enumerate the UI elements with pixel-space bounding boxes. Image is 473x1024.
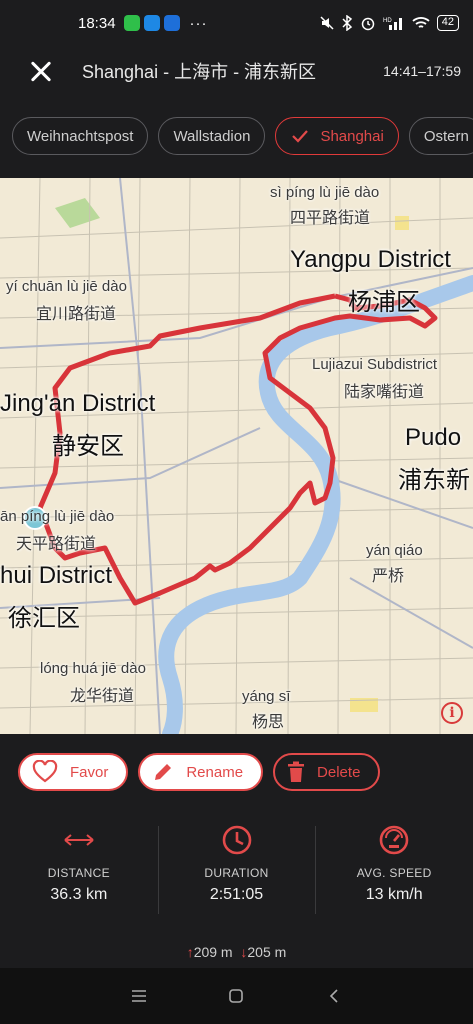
route-title: Shanghai - 上海市 - 浦东新区 <box>82 62 317 82</box>
status-right: HD 42 <box>320 15 459 31</box>
system-nav-bar <box>0 968 473 1024</box>
svg-text:HD: HD <box>383 18 392 24</box>
map-label: 静安区 <box>52 433 124 460</box>
route-actions: Favor Rename Delete <box>18 753 381 791</box>
map-label: lóng huá jiē dào <box>40 660 146 677</box>
chip-shanghai[interactable]: Shanghai <box>275 117 399 155</box>
check-icon <box>292 130 309 143</box>
route-stats: DISTANCE 36.3 km DURATION 2:51:05 AVG. S… <box>0 822 473 922</box>
duration-value: 2:51:05 <box>209 886 264 903</box>
menu-icon[interactable] <box>125 982 153 1010</box>
stat-avg-speed: AVG. SPEED 13 km/h <box>315 822 473 922</box>
route-map[interactable]: sì píng lù jiē dào 四平路街道 Yangpu District… <box>0 178 473 734</box>
chip-weihnachtspost[interactable]: Weihnachtspost <box>12 117 149 155</box>
distance-value: 36.3 km <box>50 886 108 903</box>
mute-icon <box>320 16 334 30</box>
signal-icon: HD <box>383 18 402 30</box>
delete-button[interactable]: Delete <box>273 753 381 791</box>
map-label: sì píng lù jiē dào <box>270 184 380 201</box>
back-icon[interactable] <box>320 982 348 1010</box>
heart-icon <box>32 760 58 783</box>
speed-label: AVG. SPEED <box>356 866 432 880</box>
route-chips: Weihnachtspost Wallstadion Shanghai Oste… <box>12 117 473 157</box>
speed-value: 13 km/h <box>365 886 423 903</box>
map-label: Jing'an District <box>0 390 156 417</box>
map-label: Lujiazui Subdistrict <box>312 356 438 373</box>
distance-arrows-icon <box>63 822 95 858</box>
map-label: 徐汇区 <box>8 605 80 632</box>
map-label: Pudo <box>405 424 462 451</box>
status-bar: 18:34 ··· HD 42 <box>0 0 473 46</box>
chip-ostern[interactable]: Ostern <box>408 117 473 155</box>
route-time-range: 14:41–17:59 <box>383 63 461 79</box>
favor-label: Favor <box>70 763 109 781</box>
chip-label: Weihnachtspost <box>27 127 134 145</box>
map-label: 浦东新 <box>398 467 470 494</box>
map-label: 宜川路街道 <box>36 306 117 323</box>
arrow-up-icon: ↑ <box>186 944 194 960</box>
map-label: 天平路街道 <box>16 536 97 553</box>
close-button[interactable] <box>20 51 60 91</box>
bluetooth-icon <box>342 15 352 31</box>
delete-label: Delete <box>317 763 361 781</box>
duration-label: DURATION <box>204 866 269 880</box>
distance-label: DISTANCE <box>47 866 110 880</box>
map-label: ān píng lù jiē dào <box>0 508 115 525</box>
map-label: yán qiáo <box>366 542 423 559</box>
map-info-icon[interactable]: i <box>441 702 463 724</box>
map-label: yí chuān lù jiē dào <box>6 278 127 295</box>
rename-button[interactable]: Rename <box>138 753 264 791</box>
map-label: 杨思 <box>252 714 285 731</box>
home-icon[interactable] <box>222 982 250 1010</box>
clock-icon <box>221 822 253 858</box>
chip-label: Wallstadion <box>173 127 251 145</box>
map-label: 严桥 <box>372 568 405 585</box>
elevation-down: 205 m <box>247 944 287 960</box>
speedometer-icon <box>378 822 410 858</box>
more-notifications-icon: ··· <box>189 14 208 32</box>
trash-icon <box>288 761 305 782</box>
pencil-icon <box>155 764 172 780</box>
wifi-icon <box>412 17 430 28</box>
map-label: 四平路街道 <box>290 210 371 227</box>
map-label: 龙华街道 <box>70 688 135 705</box>
app-icon <box>143 15 160 31</box>
stat-duration: DURATION 2:51:05 <box>157 822 316 922</box>
favor-button[interactable]: Favor <box>18 753 129 791</box>
chip-wallstadion[interactable]: Wallstadion <box>158 117 266 155</box>
chip-label: Shanghai <box>320 127 384 145</box>
elevation-summary: ↑209 m ↓205 m <box>0 944 473 960</box>
chip-label: Ostern <box>423 127 469 145</box>
stat-distance: DISTANCE 36.3 km <box>0 822 158 922</box>
map-label: hui District <box>0 562 113 589</box>
status-time: 18:34 <box>78 14 116 32</box>
alarm-icon <box>361 17 374 31</box>
battery-icon: 42 <box>436 15 459 31</box>
map-label: 杨浦区 <box>348 289 420 316</box>
wechat-icon <box>123 15 140 31</box>
map-label: Yangpu District <box>290 246 451 273</box>
rename-label: Rename <box>186 763 244 781</box>
map-label: yáng sī <box>242 688 291 705</box>
map-label: 陆家嘴街道 <box>344 384 425 401</box>
route-header: Shanghai - 上海市 - 浦东新区 14:41–17:59 <box>0 48 473 94</box>
status-app-icons <box>123 15 180 31</box>
elevation-up: 209 m <box>193 944 233 960</box>
app-icon <box>163 15 180 31</box>
